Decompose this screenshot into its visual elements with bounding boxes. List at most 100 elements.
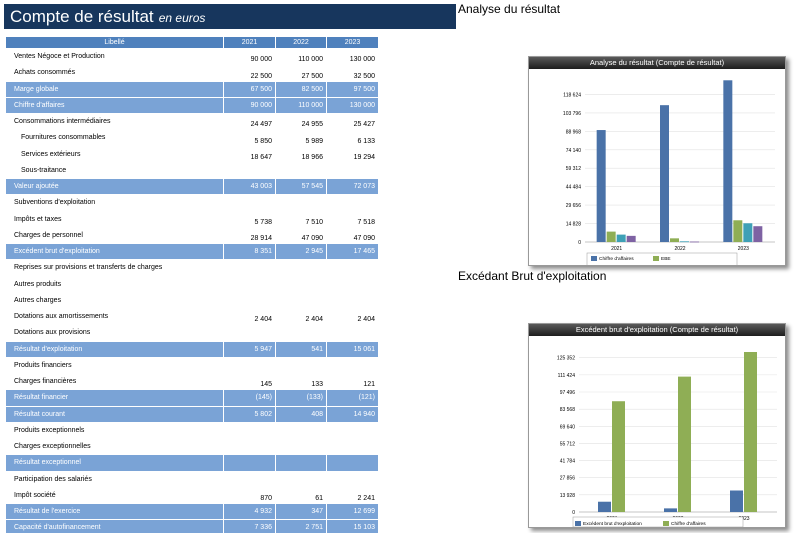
row-value: 28 914: [223, 226, 276, 245]
table-row: Chiffre d'affaires 90 000 110 000 130 000: [5, 96, 379, 115]
row-value: 5 989: [275, 129, 327, 147]
row-value: 24 497: [223, 112, 276, 131]
row-label: Charges financières: [5, 372, 224, 391]
row-label: Capacité d'autofinancement: [5, 519, 224, 533]
row-value: [223, 454, 276, 472]
row-value: 72 073: [326, 177, 379, 196]
bar: [730, 490, 743, 512]
y-tick-label: 97 496: [560, 390, 576, 396]
row-label: Impôt société: [5, 486, 224, 505]
row-value: 541: [275, 340, 327, 358]
y-tick-label: 111 424: [558, 373, 576, 379]
row-label: Excédent brut d'exploitation: [5, 242, 224, 261]
page-subtitle: en euros: [158, 11, 206, 25]
x-tick-label: 2023: [738, 246, 749, 252]
table-row: Produits financiers: [5, 356, 379, 375]
table-row: Sous-traitance: [5, 161, 379, 180]
row-label: Autres charges: [5, 291, 224, 310]
row-value: 110 000: [275, 96, 327, 115]
y-tick-label: 55 712: [560, 441, 576, 447]
bar: [612, 401, 625, 512]
x-tick-label: 2021: [611, 246, 622, 252]
bar: [664, 508, 677, 512]
row-value: 2 404: [326, 307, 379, 326]
table-row: Reprises sur provisions et transferts de…: [5, 259, 379, 277]
row-value: 121: [326, 372, 379, 391]
row-value: [275, 454, 327, 472]
y-tick-label: 69 640: [560, 424, 576, 430]
row-label: Services extérieurs: [5, 145, 224, 163]
row-value: 2 241: [326, 486, 379, 505]
bar: [680, 241, 689, 243]
chart-analyse-resultat: Analyse du résultat (Compte de résultat)…: [528, 56, 786, 266]
y-tick-label: 103 796: [563, 111, 581, 117]
row-value: [326, 356, 379, 375]
y-tick-label: 59 312: [566, 166, 582, 172]
table-row: Charges financières 145 133 121: [5, 372, 379, 391]
row-value: 82 500: [275, 80, 327, 98]
row-label: Subventions d'exploitation: [5, 194, 224, 212]
bar: [753, 226, 763, 242]
row-value: [223, 259, 276, 277]
row-label: Ventes Négoce et Production: [5, 47, 224, 66]
row-value: [326, 259, 379, 277]
row-label: Charges de personnel: [5, 226, 224, 245]
row-value: 347: [275, 502, 327, 521]
table-row: Autres produits: [5, 275, 379, 293]
row-value: 24 955: [275, 112, 327, 131]
ebe-section-title: Excédant Brut d'exploitation: [458, 269, 607, 283]
column-header: 2022: [275, 36, 327, 49]
row-value: 2 945: [275, 242, 327, 261]
row-label: Résultat d'exploitation: [5, 340, 224, 358]
row-label: Charges exceptionnelles: [5, 437, 224, 456]
row-value: [326, 454, 379, 472]
y-tick-label: 14 828: [566, 222, 582, 228]
legend-swatch: [653, 256, 659, 261]
row-value: (121): [326, 389, 379, 407]
row-value: 17 465: [326, 242, 379, 261]
row-value: [223, 194, 276, 212]
row-value: 5 802: [223, 405, 276, 423]
row-value: [275, 437, 327, 456]
row-value: 90 000: [223, 47, 276, 66]
row-value: 32 500: [326, 64, 379, 82]
chart-title: Analyse du résultat (Compte de résultat): [529, 57, 785, 69]
row-value: (145): [223, 389, 276, 407]
row-value: [223, 421, 276, 440]
column-header: 2023: [326, 36, 379, 49]
column-header: Libellé: [5, 36, 224, 49]
table-row: Produits exceptionnels: [5, 421, 379, 440]
row-value: 7 510: [275, 210, 327, 228]
row-value: [326, 194, 379, 212]
row-value: [326, 470, 379, 488]
y-tick-label: 41 784: [560, 459, 576, 465]
row-label: Autres produits: [5, 275, 224, 293]
income-statement-table: Libellé 2021 2022 2023 Ventes Négoce et …: [5, 36, 379, 533]
row-value: 22 500: [223, 64, 276, 82]
bar: [733, 220, 743, 242]
row-value: 97 500: [326, 80, 379, 98]
x-tick-label: 2022: [674, 246, 685, 252]
row-value: [275, 161, 327, 180]
table-row: Achats consommés 22 500 27 500 32 500: [5, 64, 379, 82]
chart-ebe-svg: 0 13 928 27 856 41 784 55 712 69 640 83 568 97 …: [557, 352, 777, 527]
y-tick-label: 125 352: [557, 356, 575, 362]
row-label: Résultat exceptionnel: [5, 454, 224, 472]
page-title: Compte de résultat: [10, 7, 154, 26]
y-tick-label: 0: [578, 240, 581, 246]
row-value: 133: [275, 372, 327, 391]
row-label: Résultat de l'exercice: [5, 502, 224, 521]
row-value: 7 336: [223, 519, 276, 533]
row-value: 130 000: [326, 96, 379, 115]
row-value: 15 061: [326, 340, 379, 358]
table-header-row: Libellé 2021 2022 2023: [5, 36, 379, 49]
legend-label: Chiffre d'affaires: [599, 256, 634, 262]
row-value: [326, 324, 379, 342]
row-label: Sous-traitance: [5, 161, 224, 180]
row-value: 47 090: [275, 226, 327, 245]
chart-analyse-svg: 0 14 828 29 656 44 484 59 312 74 140 88 968 103…: [563, 80, 775, 265]
y-tick-label: 27 856: [560, 476, 576, 482]
row-value: 8 351: [223, 242, 276, 261]
row-value: 110 000: [275, 47, 327, 66]
table-row: Ventes Négoce et Production 90 000 110 000…: [5, 47, 379, 66]
